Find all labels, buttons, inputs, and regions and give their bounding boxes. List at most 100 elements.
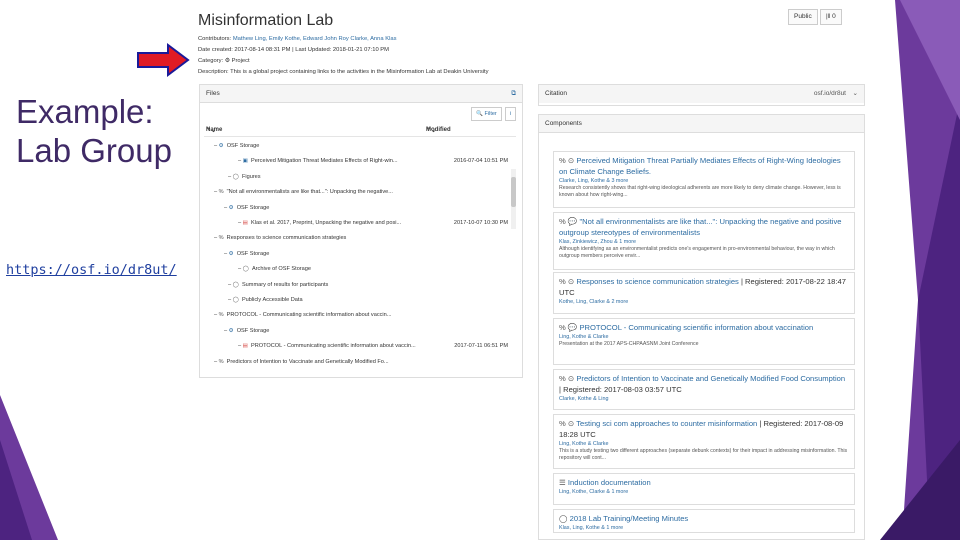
osf-project-screenshot: Misinformation Lab Public |ǁ 0 Contribut… xyxy=(190,8,872,540)
toggle-icon[interactable]: – xyxy=(224,251,229,257)
file-modified: 2016-07-04 10:51 PM xyxy=(453,158,508,165)
toggle-icon[interactable]: – xyxy=(228,282,233,288)
folder-icon: ◯ xyxy=(232,173,239,180)
project-title: Misinformation Lab xyxy=(198,12,334,29)
file-name: PROTOCOL - Communicating scientific info… xyxy=(226,312,392,319)
component-card[interactable]: % ⊙ Responses to science communication s… xyxy=(553,272,855,314)
files-scrollbar[interactable] xyxy=(511,169,516,229)
file-name: Responses to science communication strat… xyxy=(226,235,347,242)
sort-name[interactable]: Name ⌃⌄ xyxy=(206,127,222,134)
component-title[interactable]: % ⊙ Perceived Mitigation Threat Partiall… xyxy=(559,155,849,177)
component-type-icon: % ⊙ xyxy=(559,156,577,165)
component-contributors[interactable]: Ling, Kothe & Clarke xyxy=(559,333,849,341)
component-card[interactable]: % ⊙ Testing sci com approaches to counte… xyxy=(553,414,855,469)
component-contributors[interactable]: Clarke, Kothe & Ling xyxy=(559,395,849,403)
toggle-icon[interactable]: – xyxy=(214,143,219,149)
files-panel: Files ⧉ 🔍 Filter i Name ⌃⌄ Modified ⌃⌄ –… xyxy=(199,84,523,378)
file-row[interactable]: – ▣ Perceived Mitigation Threat Mediates … xyxy=(204,155,508,167)
filter-button[interactable]: 🔍 Filter xyxy=(471,107,502,121)
expand-icon[interactable]: ⧉ xyxy=(511,85,516,103)
file-row[interactable]: – ▤ Klas et al. 2017, Preprint, Unpacking… xyxy=(204,217,508,229)
component-title[interactable]: % ⊙ Testing sci com approaches to counte… xyxy=(559,418,849,440)
files-toolbar: 🔍 Filter i xyxy=(471,107,516,121)
component-title-text: Predictors of Intention to Vaccinate and… xyxy=(576,374,846,383)
component-title[interactable]: ☰ Induction documentation xyxy=(559,477,849,488)
component-title[interactable]: % 💬 PROTOCOL - Communicating scientific … xyxy=(559,322,849,333)
description-line: Description: This is a global project co… xyxy=(198,69,489,75)
file-icon: ▣ xyxy=(242,158,248,165)
component-contributors[interactable]: Klas, Ling, Kothe & 1 more xyxy=(559,524,849,532)
scroll-thumb[interactable] xyxy=(511,177,516,207)
file-name: OSF Storage xyxy=(236,250,270,257)
toggle-icon[interactable]: – xyxy=(224,328,229,334)
file-row[interactable]: – ⚙ OSF Storage xyxy=(204,325,508,337)
file-row[interactable]: – ⚙ OSF Storage xyxy=(204,202,508,214)
project-link[interactable]: https://osf.io/dr8ut/ xyxy=(6,262,177,278)
component-type-icon: % ⊙ xyxy=(559,419,577,428)
component-contributors[interactable]: Ling, Kothe, Clarke & 1 more xyxy=(559,488,849,496)
component-title-text: Responses to science communication strat… xyxy=(576,277,739,286)
toggle-icon[interactable]: – xyxy=(228,174,233,180)
storage-icon: ⚙ xyxy=(228,250,234,257)
files-header: Files ⧉ xyxy=(200,85,522,103)
search-icon: 🔍 xyxy=(476,111,483,117)
file-name: OSF Storage xyxy=(236,204,270,211)
file-name: Perceived Mitigation Threat Mediates Eff… xyxy=(250,158,398,165)
file-row[interactable]: – ⚙ OSF Storage xyxy=(204,140,508,152)
component-card[interactable]: ◯ 2018 Lab Training/Meeting Minutes Klas,… xyxy=(553,509,855,533)
file-row[interactable]: – ◯ Publicly Accessible Data xyxy=(204,294,508,306)
toggle-icon[interactable]: – xyxy=(214,235,219,241)
fork-button[interactable]: |ǁ 0 xyxy=(820,9,842,25)
component-title[interactable]: % ⊙ Responses to science communication s… xyxy=(559,276,849,298)
toggle-icon[interactable]: – xyxy=(228,297,233,303)
toggle-icon[interactable]: – xyxy=(214,312,219,318)
toggle-icon[interactable]: – xyxy=(224,205,229,211)
component-card[interactable]: % ⊙ Predictors of Intention to Vaccinate… xyxy=(553,369,855,410)
component-card[interactable]: % 💬 PROTOCOL - Communicating scientific … xyxy=(553,318,855,365)
file-name: "Not all environmentalists are like that… xyxy=(226,189,393,196)
file-row[interactable]: – % PROTOCOL - Communicating scientific i… xyxy=(204,309,508,321)
component-type-icon: % ⊙ xyxy=(559,374,577,383)
file-row[interactable]: – ⚙ OSF Storage xyxy=(204,248,508,260)
file-row[interactable]: – ◯ Summary of results for participants xyxy=(204,279,508,291)
component-card[interactable]: ☰ Induction documentation Ling, Kothe, Cl… xyxy=(553,473,855,505)
component-description: Although identifying as an environmental… xyxy=(559,246,835,259)
component-card[interactable]: % ⊙ Perceived Mitigation Threat Partiall… xyxy=(553,151,855,208)
toggle-icon[interactable]: – xyxy=(238,266,243,272)
file-row[interactable]: – ◯ Figures xyxy=(204,171,508,183)
link-icon: % xyxy=(218,189,224,196)
file-name: Archive of OSF Storage xyxy=(251,266,312,273)
contributors-list[interactable]: Mathew Ling, Emily Kothe, Edward John Ro… xyxy=(233,36,397,42)
storage-icon: ⚙ xyxy=(228,327,234,334)
component-contributors[interactable]: Kothe, Ling, Clarke & 2 more xyxy=(559,298,849,306)
file-row[interactable]: – ◯ Archive of OSF Storage xyxy=(204,263,508,275)
component-card[interactable]: % 💬 "Not all environmentalists are like … xyxy=(553,212,855,270)
link-icon: % xyxy=(218,312,224,319)
component-title[interactable]: ◯ 2018 Lab Training/Meeting Minutes xyxy=(559,513,849,524)
file-name: Klas et al. 2017, Preprint, Unpacking th… xyxy=(250,220,402,226)
toggle-icon[interactable]: – xyxy=(214,359,219,365)
file-row[interactable]: – % "Not all environmentalists are like t… xyxy=(204,186,508,198)
sort-modified[interactable]: Modified ⌃⌄ xyxy=(426,127,451,134)
file-row[interactable]: – ▤ PROTOCOL - Communicating scientific i… xyxy=(204,340,508,352)
file-row[interactable]: – % Responses to science communication st… xyxy=(204,232,508,244)
citation-panel[interactable]: Citation osf.io/dr8ut ⌄ xyxy=(538,84,865,106)
component-title[interactable]: % ⊙ Predictors of Intention to Vaccinate… xyxy=(559,373,849,395)
public-button[interactable]: Public xyxy=(788,9,818,25)
component-contributors[interactable]: Klas, Zinkiewicz, Zhou & 1 more xyxy=(559,238,849,246)
component-contributors[interactable]: Clarke, Ling, Kothe & 3 more xyxy=(559,177,849,185)
toggle-icon[interactable]: – xyxy=(238,220,243,226)
component-description: This is a study testing two different ap… xyxy=(559,448,848,461)
link-icon: % xyxy=(218,358,224,365)
info-button[interactable]: i xyxy=(504,107,516,121)
slide-title: Example: Lab Group xyxy=(16,92,191,170)
component-title[interactable]: % 💬 "Not all environmentalists are like … xyxy=(559,216,849,238)
toggle-icon[interactable]: – xyxy=(238,343,243,349)
folder-icon: ◯ xyxy=(232,297,239,303)
toggle-icon[interactable]: – xyxy=(214,189,219,195)
file-row[interactable]: – % Predictors of Intention to Vaccinate … xyxy=(204,356,508,368)
pdf-icon: ▤ xyxy=(242,220,248,226)
components-panel: Components % ⊙ Perceived Mitigation Thre… xyxy=(538,114,865,540)
toggle-icon[interactable]: – xyxy=(238,158,243,164)
component-contributors[interactable]: Ling, Kothe & Clarke xyxy=(559,440,849,448)
